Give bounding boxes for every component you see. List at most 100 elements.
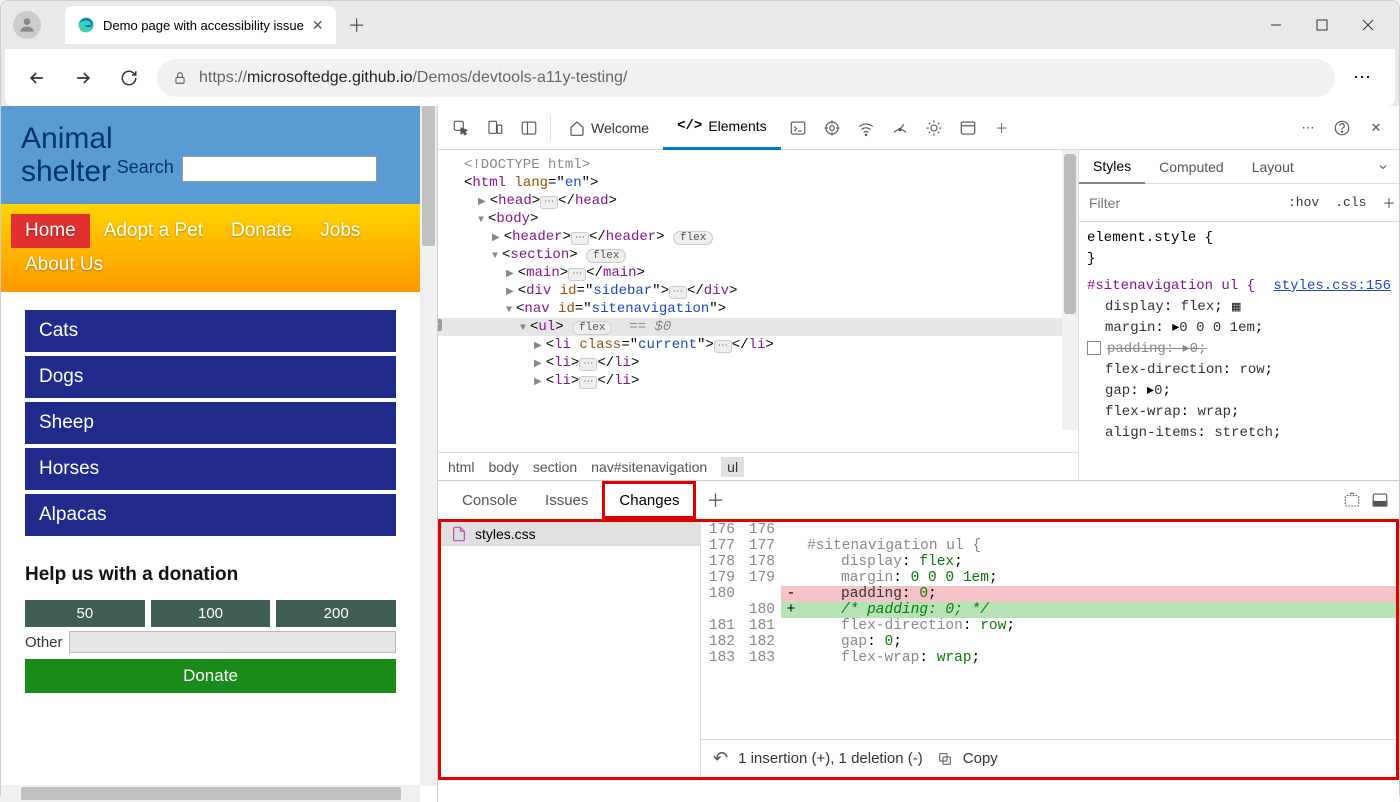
drawer-body: styles.css 176176 177177#sitenavigation …: [438, 519, 1399, 780]
devtools-main: <!DOCTYPE html> <html lang="en"> <head>⋯…: [438, 150, 1399, 480]
donation-200[interactable]: 200: [276, 600, 396, 627]
donation-100[interactable]: 100: [151, 600, 271, 627]
undo-icon[interactable]: ↶: [713, 748, 728, 769]
device-icon[interactable]: [478, 111, 512, 145]
tab-console-icon[interactable]: [781, 111, 815, 145]
donate-button[interactable]: Donate: [25, 659, 396, 693]
tab-computed[interactable]: Computed: [1145, 150, 1238, 184]
inspect-icon[interactable]: [444, 111, 478, 145]
copy-label[interactable]: Copy: [963, 750, 998, 767]
page-scrollbar-vertical[interactable]: [420, 106, 437, 786]
back-button[interactable]: [19, 60, 55, 96]
category-cats[interactable]: Cats: [25, 310, 396, 352]
drawer-dock-icon[interactable]: [1371, 491, 1389, 509]
page-scrollbar-horizontal[interactable]: [1, 785, 420, 802]
browser-toolbar: https://microsoftedge.github.io/Demos/de…: [5, 49, 1395, 106]
category-alpacas[interactable]: Alpacas: [25, 494, 396, 536]
drawer-tabs: Console Issues Changes ＋: [438, 481, 1399, 519]
dom-scrollbar[interactable]: [1062, 150, 1078, 430]
tab-title: Demo page with accessibility issue: [103, 18, 304, 33]
drawer-add-tab-icon[interactable]: ＋: [696, 487, 734, 513]
refresh-button[interactable]: [111, 60, 147, 96]
url-text: https://microsoftedge.github.io/Demos/de…: [199, 69, 1319, 87]
diff-summary: 1 insertion (+), 1 deletion (-): [738, 750, 923, 767]
dock-icon[interactable]: [512, 111, 546, 145]
nav-home[interactable]: Home: [11, 214, 90, 248]
css-file-icon: [451, 526, 467, 542]
nav-about[interactable]: About Us: [11, 248, 117, 282]
profile-icon[interactable]: [13, 11, 41, 39]
file-item[interactable]: styles.css: [441, 522, 700, 546]
site-title: Animalshelter: [21, 122, 113, 188]
devtools: Welcome </> Elements ＋ ⋯ ✕ <!DOCTYPE ht: [437, 106, 1399, 802]
styles-filter-input[interactable]: [1079, 195, 1280, 211]
diff-area: 176176 177177#sitenavigation ul { 178178…: [701, 522, 1396, 777]
browser-menu-icon[interactable]: ⋯: [1345, 60, 1381, 96]
tab-sources-icon[interactable]: [815, 111, 849, 145]
lock-icon: [173, 71, 187, 85]
tab-close-icon[interactable]: ✕: [312, 17, 324, 34]
nav-donate[interactable]: Donate: [217, 214, 306, 248]
tab-layout[interactable]: Layout: [1238, 150, 1308, 184]
drawer-tab-changes[interactable]: Changes: [602, 481, 696, 519]
window-controls: [1253, 9, 1391, 41]
category-dogs[interactable]: Dogs: [25, 356, 396, 398]
tab-network-icon[interactable]: [849, 111, 883, 145]
browser-tab[interactable]: Demo page with accessibility issue ✕: [65, 6, 336, 44]
styles-filter-bar: :hov .cls ＋: [1079, 184, 1399, 222]
drawer-expand-icon[interactable]: [1343, 491, 1361, 509]
address-bar[interactable]: https://microsoftedge.github.io/Demos/de…: [157, 59, 1335, 97]
nav-jobs[interactable]: Jobs: [306, 214, 374, 248]
code-icon: </>: [677, 118, 702, 134]
tab-elements[interactable]: </> Elements: [663, 106, 781, 150]
property-checkbox[interactable]: [1087, 341, 1101, 355]
source-link[interactable]: styles.css:156: [1273, 276, 1391, 297]
category-sheep[interactable]: Sheep: [25, 402, 396, 444]
drawer-tab-issues[interactable]: Issues: [531, 481, 602, 519]
minimize-button[interactable]: [1253, 9, 1299, 41]
styles-expand-icon[interactable]: [1367, 161, 1399, 173]
tab-welcome[interactable]: Welcome: [555, 106, 663, 150]
new-rule-icon[interactable]: ＋: [1374, 193, 1400, 212]
tab-styles[interactable]: Styles: [1079, 150, 1145, 184]
changes-file-list: styles.css: [441, 522, 701, 777]
hov-toggle[interactable]: :hov: [1280, 195, 1327, 210]
drawer-tab-console[interactable]: Console: [448, 481, 531, 519]
page-header: Animalshelter Search: [1, 106, 420, 204]
donation-heading: Help us with a donation: [25, 564, 396, 586]
nav-adopt[interactable]: Adopt a Pet: [90, 214, 217, 248]
help-icon[interactable]: [1325, 111, 1359, 145]
dom-pane: <!DOCTYPE html> <html lang="en"> <head>⋯…: [438, 150, 1079, 480]
home-icon: [569, 120, 585, 136]
drawer: Console Issues Changes ＋ styles.css: [438, 480, 1399, 780]
cls-toggle[interactable]: .cls: [1327, 195, 1374, 210]
content-area: Animalshelter Search Home Adopt a Pet Do…: [1, 106, 1399, 802]
breadcrumb[interactable]: html body section nav#sitenavigation ul: [438, 452, 1078, 480]
other-label: Other: [25, 634, 63, 651]
category-horses[interactable]: Horses: [25, 448, 396, 490]
category-list: Cats Dogs Sheep Horses Alpacas: [1, 292, 420, 558]
tab-memory-icon[interactable]: [917, 111, 951, 145]
site-navigation: Home Adopt a Pet Donate Jobs About Us: [1, 204, 420, 292]
maximize-button[interactable]: [1299, 9, 1345, 41]
dom-tree[interactable]: <!DOCTYPE html> <html lang="en"> <head>⋯…: [438, 150, 1078, 452]
other-amount-input[interactable]: [69, 631, 396, 653]
search-input[interactable]: [182, 156, 377, 182]
copy-icon[interactable]: [937, 751, 953, 767]
page-viewport: Animalshelter Search Home Adopt a Pet Do…: [1, 106, 437, 802]
devtools-more-icon[interactable]: ⋯: [1291, 111, 1325, 145]
forward-button[interactable]: [65, 60, 101, 96]
devtools-toolbar: Welcome </> Elements ＋ ⋯ ✕: [438, 106, 1399, 150]
flex-badge-icon[interactable]: ▦: [1231, 302, 1241, 314]
tab-performance-icon[interactable]: [883, 111, 917, 145]
devtools-close-icon[interactable]: ✕: [1359, 111, 1393, 145]
new-tab-button[interactable]: ＋: [348, 12, 366, 38]
styles-body[interactable]: element.style { } #sitenavigation ul { s…: [1079, 222, 1399, 480]
tab-application-icon[interactable]: [951, 111, 985, 145]
diff-status-bar: ↶ 1 insertion (+), 1 deletion (-) Copy: [701, 739, 1396, 777]
more-tabs-icon[interactable]: ＋: [985, 111, 1019, 145]
search-label: Search: [117, 157, 174, 178]
diff-lines[interactable]: 176176 177177#sitenavigation ul { 178178…: [701, 522, 1396, 739]
close-window-button[interactable]: [1345, 9, 1391, 41]
donation-50[interactable]: 50: [25, 600, 145, 627]
